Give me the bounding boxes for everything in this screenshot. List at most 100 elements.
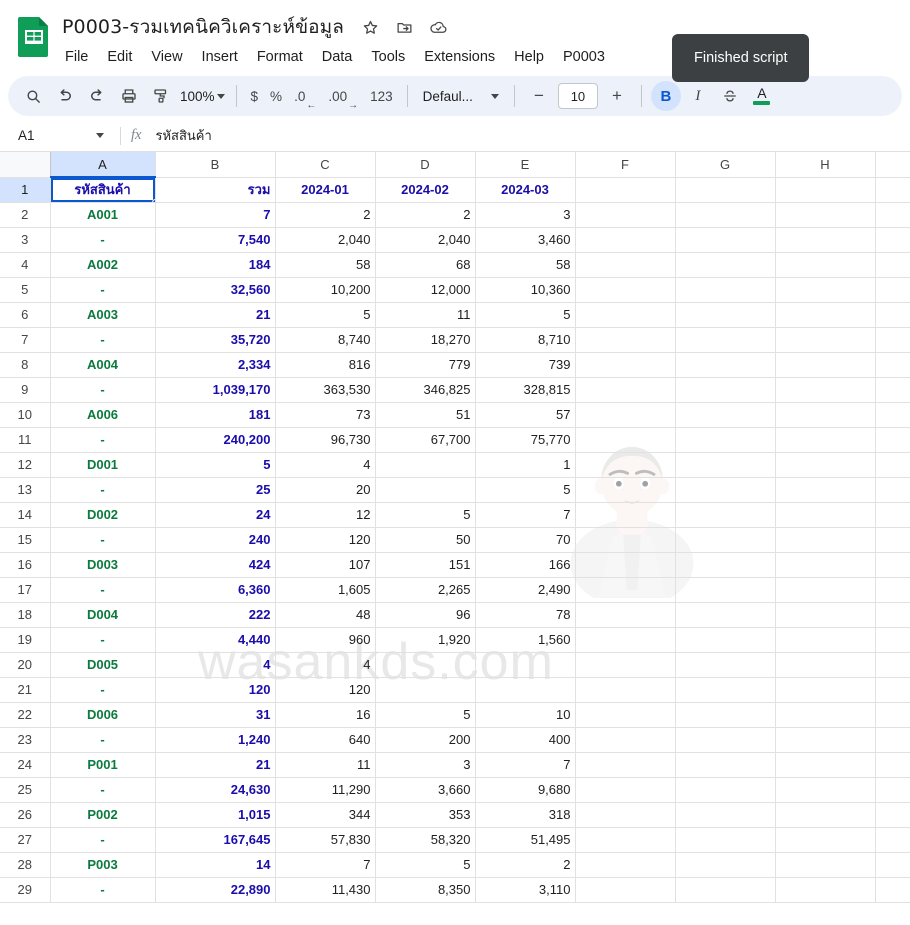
cell-e29[interactable]: 3,110 xyxy=(475,877,576,903)
redo-icon[interactable] xyxy=(82,81,112,111)
fill-handle[interactable] xyxy=(151,198,154,201)
column-header-d[interactable]: D xyxy=(375,152,476,178)
cell-c13[interactable]: 20 xyxy=(275,477,376,503)
cell-b24[interactable]: 21 xyxy=(155,752,276,778)
cell-d10[interactable]: 51 xyxy=(375,402,476,428)
decrease-decimal-button[interactable]: .0 ← xyxy=(289,81,321,112)
cell-d26[interactable]: 353 xyxy=(375,802,476,828)
cell-a19[interactable]: - xyxy=(50,627,156,653)
cell-b7[interactable]: 35,720 xyxy=(155,327,276,353)
cell-g15[interactable] xyxy=(675,527,776,553)
cell-i13[interactable] xyxy=(875,477,910,503)
cell-i29[interactable] xyxy=(875,877,910,903)
cell-d8[interactable]: 779 xyxy=(375,352,476,378)
cell-h11[interactable] xyxy=(775,427,876,453)
cell-a8[interactable]: A004 xyxy=(50,352,156,378)
column-header-i[interactable]: I xyxy=(875,152,910,178)
cell-h13[interactable] xyxy=(775,477,876,503)
page-title[interactable]: P0003-รวมเทคนิควิเคราะห์ข้อมูล xyxy=(62,12,344,42)
cell-d7[interactable]: 18,270 xyxy=(375,327,476,353)
cell-c4[interactable]: 58 xyxy=(275,252,376,278)
cell-e19[interactable]: 1,560 xyxy=(475,627,576,653)
cell-b21[interactable]: 120 xyxy=(155,677,276,703)
cell-h22[interactable] xyxy=(775,702,876,728)
cell-a5[interactable]: - xyxy=(50,277,156,303)
cell-i21[interactable] xyxy=(875,677,910,703)
cell-b10[interactable]: 181 xyxy=(155,402,276,428)
cell-i1[interactable] xyxy=(875,177,910,203)
cell-f17[interactable] xyxy=(575,577,676,603)
cell-g19[interactable] xyxy=(675,627,776,653)
cell-h20[interactable] xyxy=(775,652,876,678)
cell-e23[interactable]: 400 xyxy=(475,727,576,753)
cell-a20[interactable]: D005 xyxy=(50,652,156,678)
row-header-11[interactable]: 11 xyxy=(0,427,51,453)
cell-g1[interactable] xyxy=(675,177,776,203)
cell-i7[interactable] xyxy=(875,327,910,353)
cell-a10[interactable]: A006 xyxy=(50,402,156,428)
cell-i16[interactable] xyxy=(875,552,910,578)
cell-a12[interactable]: D001 xyxy=(50,452,156,478)
cell-g21[interactable] xyxy=(675,677,776,703)
cell-e25[interactable]: 9,680 xyxy=(475,777,576,803)
cell-g12[interactable] xyxy=(675,452,776,478)
cell-i8[interactable] xyxy=(875,352,910,378)
row-header-21[interactable]: 21 xyxy=(0,677,51,703)
cell-h5[interactable] xyxy=(775,277,876,303)
cell-i2[interactable] xyxy=(875,202,910,228)
cell-d23[interactable]: 200 xyxy=(375,727,476,753)
row-header-5[interactable]: 5 xyxy=(0,277,51,303)
cell-c18[interactable]: 48 xyxy=(275,602,376,628)
cell-d12[interactable] xyxy=(375,452,476,478)
cell-f14[interactable] xyxy=(575,502,676,528)
cell-d1[interactable]: 2024-02 xyxy=(375,177,476,203)
cell-c16[interactable]: 107 xyxy=(275,552,376,578)
cell-h23[interactable] xyxy=(775,727,876,753)
cell-h8[interactable] xyxy=(775,352,876,378)
cell-a16[interactable]: D003 xyxy=(50,552,156,578)
cell-e1[interactable]: 2024-03 xyxy=(475,177,576,203)
cell-c27[interactable]: 57,830 xyxy=(275,827,376,853)
cell-h17[interactable] xyxy=(775,577,876,603)
cell-d15[interactable]: 50 xyxy=(375,527,476,553)
italic-button[interactable]: I xyxy=(683,81,713,111)
cell-f1[interactable] xyxy=(575,177,676,203)
cell-d13[interactable] xyxy=(375,477,476,503)
menu-item-tools[interactable]: Tools xyxy=(370,47,406,67)
cell-e14[interactable]: 7 xyxy=(475,502,576,528)
cell-c22[interactable]: 16 xyxy=(275,702,376,728)
cell-c6[interactable]: 5 xyxy=(275,302,376,328)
cell-i27[interactable] xyxy=(875,827,910,853)
text-color-button[interactable]: A xyxy=(747,81,777,111)
cell-a22[interactable]: D006 xyxy=(50,702,156,728)
cell-e15[interactable]: 70 xyxy=(475,527,576,553)
cell-b1[interactable]: รวม xyxy=(155,177,276,203)
cell-d18[interactable]: 96 xyxy=(375,602,476,628)
cell-i12[interactable] xyxy=(875,452,910,478)
cell-g29[interactable] xyxy=(675,877,776,903)
cell-d4[interactable]: 68 xyxy=(375,252,476,278)
cell-e13[interactable]: 5 xyxy=(475,477,576,503)
strikethrough-icon[interactable] xyxy=(715,81,745,111)
cell-g25[interactable] xyxy=(675,777,776,803)
row-header-18[interactable]: 18 xyxy=(0,602,51,628)
cell-h29[interactable] xyxy=(775,877,876,903)
cell-a23[interactable]: - xyxy=(50,727,156,753)
cell-h3[interactable] xyxy=(775,227,876,253)
cell-b12[interactable]: 5 xyxy=(155,452,276,478)
cell-g18[interactable] xyxy=(675,602,776,628)
cell-b28[interactable]: 14 xyxy=(155,852,276,878)
cell-a9[interactable]: - xyxy=(50,377,156,403)
cell-f20[interactable] xyxy=(575,652,676,678)
cell-f2[interactable] xyxy=(575,202,676,228)
cell-e28[interactable]: 2 xyxy=(475,852,576,878)
cell-c17[interactable]: 1,605 xyxy=(275,577,376,603)
print-icon[interactable] xyxy=(114,81,144,111)
cell-d11[interactable]: 67,700 xyxy=(375,427,476,453)
cell-h6[interactable] xyxy=(775,302,876,328)
cell-f23[interactable] xyxy=(575,727,676,753)
cell-g11[interactable] xyxy=(675,427,776,453)
cell-d29[interactable]: 8,350 xyxy=(375,877,476,903)
cell-b6[interactable]: 21 xyxy=(155,302,276,328)
row-header-13[interactable]: 13 xyxy=(0,477,51,503)
